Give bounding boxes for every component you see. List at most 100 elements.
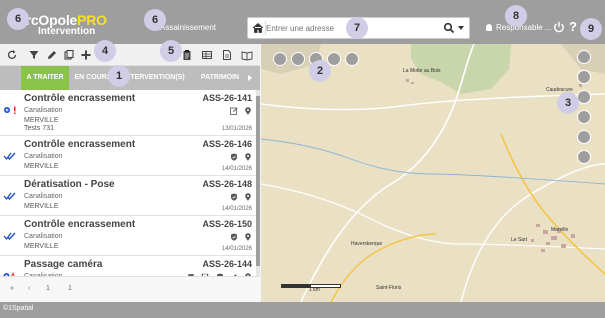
item-type: Canalisation bbox=[24, 153, 63, 160]
item-code: ASS-26-146 bbox=[202, 139, 252, 149]
list-item[interactable]: Dératisation - Pose ASS-26-148 Canalisat… bbox=[0, 176, 256, 216]
logo-subtitle: Intervention bbox=[38, 26, 96, 37]
list-item[interactable]: Passage caméra ASS-26-144 Canalisation bbox=[0, 256, 256, 276]
list-item[interactable]: Contrôle encrassement ASS-26-150 Canalis… bbox=[0, 216, 256, 256]
check-done-icon bbox=[3, 192, 16, 201]
item-title: Contrôle encrassement bbox=[24, 93, 136, 104]
item-code: ASS-26-141 bbox=[202, 93, 252, 103]
refresh-icon[interactable] bbox=[6, 49, 18, 61]
status-tabs: A TRAITER EN COURS INTERVENTION(S) PATRI… bbox=[0, 66, 260, 90]
edit-icon[interactable] bbox=[577, 110, 591, 124]
item-actions bbox=[226, 153, 252, 163]
download-icon[interactable] bbox=[577, 50, 591, 64]
item-date: 13/01/2026 bbox=[221, 126, 252, 132]
tab-a-traiter[interactable]: A TRAITER bbox=[21, 66, 69, 90]
total-pages: 1 bbox=[68, 285, 72, 292]
user-icon bbox=[486, 24, 492, 31]
map-basemap bbox=[261, 44, 605, 302]
item-actions bbox=[226, 107, 252, 117]
tab-patrimoine[interactable]: PATRIMOIN bbox=[192, 66, 248, 90]
item-code: ASS-26-150 bbox=[202, 219, 252, 229]
eye-icon[interactable] bbox=[273, 52, 287, 66]
power-icon[interactable] bbox=[553, 21, 565, 33]
intervention-panel: A TRAITER EN COURS INTERVENTION(S) PATRI… bbox=[0, 44, 260, 302]
item-actions bbox=[226, 193, 252, 203]
module-title[interactable]: Assainissement bbox=[160, 23, 216, 32]
callout-badge: 8 bbox=[505, 5, 527, 27]
book-icon[interactable] bbox=[241, 49, 253, 61]
item-title: Contrôle encrassement bbox=[24, 139, 136, 150]
shield-check-icon[interactable] bbox=[230, 153, 238, 161]
town-label: Saint-Floris bbox=[376, 285, 402, 291]
callout-badge: 2 bbox=[309, 60, 331, 82]
callout-badge: 4 bbox=[94, 40, 116, 62]
zoom-out-icon[interactable] bbox=[345, 52, 359, 66]
item-commune: MERVILLE bbox=[24, 243, 59, 250]
urgent-icon bbox=[4, 106, 16, 115]
item-type: Canalisation bbox=[24, 233, 63, 240]
callout-badge: 9 bbox=[580, 18, 602, 40]
edit-icon[interactable] bbox=[229, 107, 238, 115]
item-date: 14/01/2026 bbox=[221, 246, 252, 252]
item-extra: Tests 731 bbox=[24, 125, 54, 132]
footer: ©1Spatial bbox=[0, 302, 605, 318]
list-toolbar bbox=[0, 44, 260, 66]
contrast-icon[interactable] bbox=[577, 150, 591, 164]
search-dropdown-icon[interactable] bbox=[458, 26, 464, 30]
user-label: Responsable ... bbox=[496, 23, 552, 32]
item-actions bbox=[226, 233, 252, 243]
zoom-in-icon[interactable] bbox=[291, 52, 305, 66]
filter-icon[interactable] bbox=[28, 49, 40, 61]
locate-icon[interactable] bbox=[244, 153, 252, 161]
scale-label: 1 km bbox=[309, 287, 320, 293]
shield-check-icon[interactable] bbox=[230, 193, 238, 201]
pencil-icon[interactable] bbox=[46, 49, 58, 61]
layers-icon[interactable] bbox=[577, 70, 591, 84]
town-label: Merville bbox=[551, 227, 569, 233]
callout-badge: 3 bbox=[557, 92, 579, 114]
search-icon[interactable] bbox=[443, 22, 455, 34]
document-icon[interactable] bbox=[221, 49, 233, 61]
copyright-text: ©1Spatial bbox=[3, 305, 34, 312]
clipboard-icon[interactable] bbox=[181, 49, 193, 61]
list-scrollbar[interactable] bbox=[256, 90, 260, 276]
item-code: ASS-26-148 bbox=[202, 179, 252, 189]
shield-check-icon[interactable] bbox=[230, 233, 238, 241]
list-icon[interactable] bbox=[577, 130, 591, 144]
callout-badge: 6 bbox=[144, 9, 166, 31]
locate-icon[interactable] bbox=[244, 193, 252, 201]
locate-icon[interactable] bbox=[244, 107, 252, 115]
town-label: Le Sart bbox=[511, 237, 528, 243]
town-label: Haverskerque bbox=[351, 241, 383, 247]
item-commune: MERVILLE bbox=[24, 117, 59, 124]
item-date: 14/01/2026 bbox=[221, 206, 252, 212]
map-view[interactable]: La Motte au Bois Caudescure Haverskerque… bbox=[261, 44, 605, 302]
callout-badge: 6 bbox=[7, 8, 29, 30]
item-type: Canalisation bbox=[24, 107, 63, 114]
camera-icon[interactable] bbox=[577, 90, 591, 104]
list-item[interactable]: Contrôle encrassement ASS-26-141 Canalis… bbox=[0, 90, 256, 136]
prev-page-button[interactable]: ‹ bbox=[28, 285, 30, 292]
home-icon[interactable] bbox=[252, 22, 264, 34]
item-title: Dératisation - Pose bbox=[24, 179, 115, 190]
current-page[interactable]: 1 bbox=[46, 285, 50, 292]
check-done-icon bbox=[3, 232, 16, 241]
intervention-list: Contrôle encrassement ASS-26-141 Canalis… bbox=[0, 90, 256, 276]
callout-badge: 7 bbox=[346, 17, 368, 39]
copy-icon[interactable] bbox=[63, 49, 75, 61]
pagination: « ‹ 1 1 bbox=[0, 276, 260, 302]
town-label: La Motte au Bois bbox=[403, 68, 441, 74]
item-commune: MERVILLE bbox=[24, 203, 59, 210]
list-item[interactable]: Contrôle encrassement ASS-26-146 Canalis… bbox=[0, 136, 256, 176]
first-page-button[interactable]: « bbox=[10, 285, 14, 292]
plus-icon[interactable] bbox=[80, 49, 92, 61]
scrollbar-thumb[interactable] bbox=[256, 96, 260, 266]
help-icon[interactable]: ? bbox=[569, 19, 577, 34]
item-date: 14/01/2026 bbox=[221, 166, 252, 172]
check-done-icon bbox=[3, 152, 16, 161]
callout-badge: 5 bbox=[160, 40, 182, 62]
table-icon[interactable] bbox=[201, 49, 213, 61]
tabs-next-icon[interactable] bbox=[248, 75, 252, 81]
locate-icon[interactable] bbox=[244, 233, 252, 241]
item-code: ASS-26-144 bbox=[202, 259, 252, 269]
